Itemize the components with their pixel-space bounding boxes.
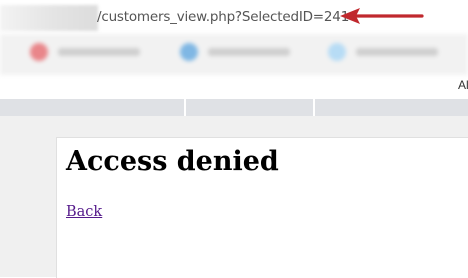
arrow-left-icon <box>340 8 424 24</box>
bookmark-favicon-lightblue[interactable] <box>328 43 346 61</box>
tab-strip <box>0 99 468 116</box>
page-content: Access denied Back <box>56 137 468 278</box>
address-bar[interactable]: /customers_view.php?SelectedID=241 <box>0 0 468 34</box>
back-link[interactable]: Back <box>66 204 102 220</box>
page-heading: Access denied <box>66 146 279 177</box>
tab-separator <box>313 99 315 116</box>
redacted-url-prefix <box>0 5 98 31</box>
bookmark-favicon-red[interactable] <box>30 43 48 61</box>
bookmark-label-redacted <box>208 48 290 56</box>
bookmarks-bar <box>0 34 468 75</box>
bookmark-label-redacted <box>58 48 140 56</box>
bookmarks-overflow-label[interactable]: Al <box>458 78 468 92</box>
tab-separator <box>184 99 186 116</box>
url-text[interactable]: /customers_view.php?SelectedID=241 <box>97 9 349 25</box>
bookmark-label-redacted <box>356 48 438 56</box>
bookmark-favicon-blue[interactable] <box>180 43 198 61</box>
